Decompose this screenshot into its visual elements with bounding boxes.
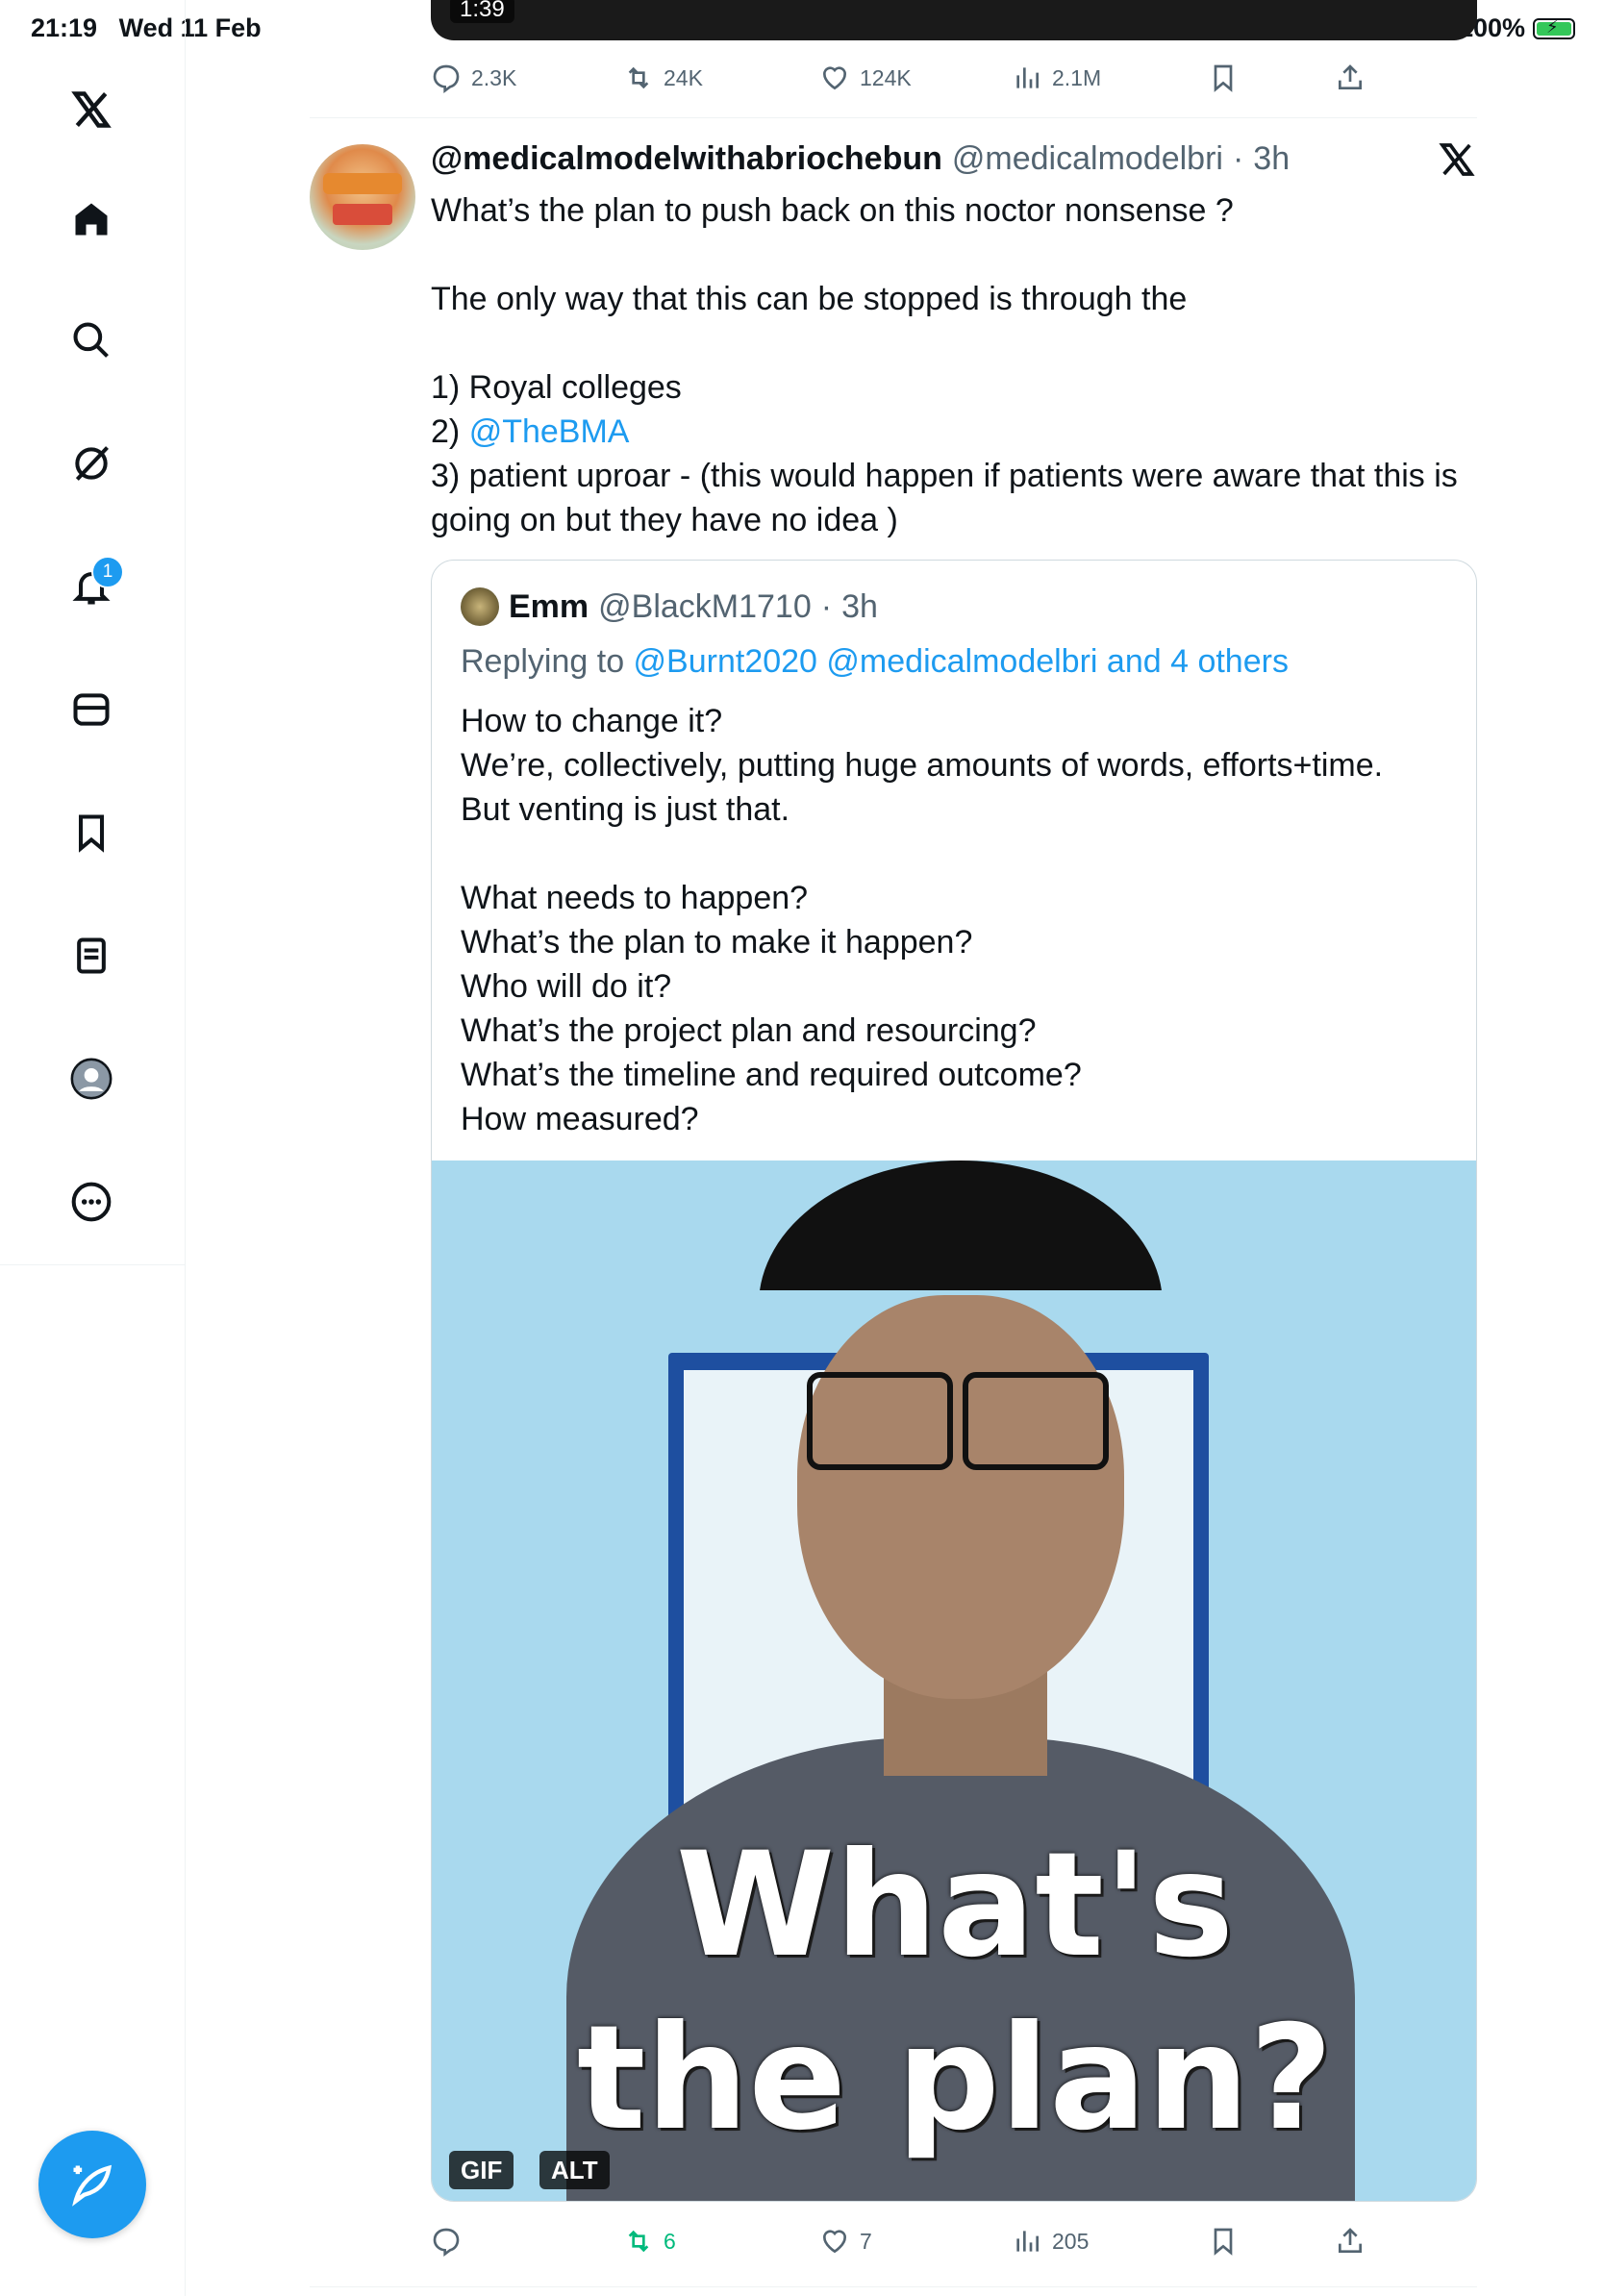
tweet-author-name[interactable]: @medicalmodelwithabriochebun — [431, 140, 942, 178]
reply-icon — [433, 64, 460, 93]
quote-line — [461, 832, 1451, 876]
tweet-divider — [310, 117, 1477, 118]
quote-gif[interactable]: What's the plan? GIF ALT — [432, 1160, 1476, 2201]
like-count: 7 — [860, 2228, 872, 2254]
tweet-line: 2) @TheBMA — [431, 413, 630, 450]
tweet-header: @medicalmodelwithabriochebun @medicalmod… — [431, 140, 1290, 178]
repost-icon — [628, 66, 649, 89]
compose-button[interactable] — [38, 2131, 146, 2238]
previous-tweet-actions: 2.3K 24K 124K 2.1M — [431, 54, 1477, 102]
profile-icon[interactable] — [61, 1048, 122, 1110]
tweet-author-avatar[interactable] — [310, 144, 415, 250]
quote-line: What’s the plan to make it happen? — [461, 924, 973, 961]
tweet-author-handle[interactable]: @medicalmodelbri — [952, 140, 1223, 178]
views-button[interactable]: 2.1M — [1012, 62, 1101, 93]
quote-header: Emm @BlackM1710 · 3h — [461, 587, 878, 626]
quote-line: What’s the project plan and resourcing? — [461, 1012, 1037, 1049]
list-icon[interactable] — [61, 925, 122, 986]
video-duration: 1:39 — [450, 0, 514, 23]
quote-line: What’s the timeline and required outcome… — [461, 1057, 1082, 1093]
grok-icon[interactable] — [61, 433, 122, 494]
gif-glasses-left — [807, 1372, 953, 1470]
like-button[interactable]: 7 — [819, 2226, 872, 2257]
heart-icon — [823, 2230, 846, 2254]
views-icon — [1016, 2231, 1039, 2252]
repost-icon — [628, 2230, 649, 2253]
share-button[interactable] — [1335, 62, 1366, 93]
quote-text: How to change it? We’re, collectively, p… — [461, 699, 1451, 1141]
like-count: 124K — [860, 64, 912, 90]
repost-button[interactable]: 6 — [623, 2226, 676, 2257]
repost-count: 24K — [664, 64, 703, 90]
battery-icon: ⚡ — [1533, 17, 1575, 39]
gif-caption-line-1: What's — [675, 1822, 1235, 1989]
tweet-line: 3) patient uproar - (this would happen i… — [431, 458, 1467, 538]
tweet-text: What’s the plan to push back on this noc… — [431, 188, 1479, 542]
quote-line: What needs to happen? — [461, 880, 809, 916]
tweet-actions: 6 7 205 — [431, 2217, 1477, 2265]
tweet-time[interactable]: 3h — [1253, 140, 1290, 178]
bookmark-button[interactable] — [1208, 2226, 1239, 2257]
quote-time: 3h — [841, 587, 878, 625]
views-icon — [1016, 67, 1039, 88]
home-icon[interactable] — [61, 188, 122, 250]
share-icon — [1339, 2228, 1362, 2253]
quote-author-handle: @BlackM1710 — [598, 587, 812, 625]
reply-button[interactable] — [431, 2226, 471, 2257]
alt-badge[interactable]: ALT — [539, 2151, 610, 2189]
bell-icon[interactable]: 1 — [61, 556, 124, 617]
bookmark-button[interactable] — [1208, 62, 1239, 93]
repost-button[interactable]: 24K — [623, 62, 703, 93]
mention-link[interactable]: @TheBMA — [469, 413, 630, 450]
previous-tweet-video[interactable]: 1:39 — [431, 0, 1477, 40]
share-button[interactable] — [1335, 2226, 1366, 2257]
bookmark-icon — [1214, 64, 1233, 92]
quote-line: How measured? — [461, 1101, 699, 1137]
more-icon[interactable] — [61, 1171, 122, 1233]
tweet-dot: · — [1232, 140, 1244, 177]
bookmark-icon — [1214, 2228, 1233, 2256]
x-icon[interactable] — [1438, 140, 1476, 179]
share-icon — [1339, 64, 1362, 89]
reply-button[interactable]: 2.3K — [431, 62, 516, 93]
like-button[interactable]: 124K — [819, 62, 912, 93]
x-logo-icon[interactable] — [61, 79, 122, 140]
quoted-tweet[interactable]: Emm @BlackM1710 · 3h Replying to @Burnt2… — [431, 560, 1477, 2202]
gif-glasses-right — [963, 1372, 1109, 1470]
reply-count: 2.3K — [471, 64, 517, 90]
replying-to: Replying to @Burnt2020 @medicalmodelbri … — [461, 643, 1289, 680]
compose-icon — [72, 2164, 113, 2207]
tweet-line: The only way that this can be stopped is… — [431, 281, 1188, 317]
repost-count: 6 — [664, 2228, 676, 2254]
bookmark-icon[interactable] — [61, 802, 122, 863]
gif-caption-line-2: the plan? — [576, 1995, 1334, 2162]
tweet-divider — [310, 2286, 1477, 2287]
quote-line: Who will do it? — [461, 968, 672, 1005]
sidebar-separator — [0, 1264, 185, 1265]
heart-icon — [823, 66, 846, 90]
quote-line: But venting is just that. — [461, 791, 790, 828]
gif-person-face — [797, 1295, 1124, 1699]
gif-badge: GIF — [449, 2151, 514, 2189]
quote-line: How to change it? — [461, 703, 723, 739]
tweet-line: 1) Royal colleges — [431, 369, 682, 406]
mail-icon[interactable] — [61, 679, 122, 740]
quote-author-name: Emm — [509, 587, 589, 625]
replying-to-links[interactable]: @Burnt2020 @medicalmodelbri and 4 others — [634, 643, 1289, 680]
quote-author-avatar — [461, 587, 499, 626]
tweet-line: What’s the plan to push back on this noc… — [431, 192, 1234, 229]
views-count: 2.1M — [1052, 64, 1102, 90]
quote-line: We’re, collectively, putting huge amount… — [461, 747, 1384, 784]
reply-icon — [433, 2228, 460, 2257]
notification-badge: 1 — [91, 556, 124, 588]
views-count: 205 — [1052, 2228, 1090, 2254]
quote-dot: · — [820, 587, 833, 625]
views-button[interactable]: 205 — [1012, 2226, 1089, 2257]
search-icon[interactable] — [61, 310, 122, 371]
